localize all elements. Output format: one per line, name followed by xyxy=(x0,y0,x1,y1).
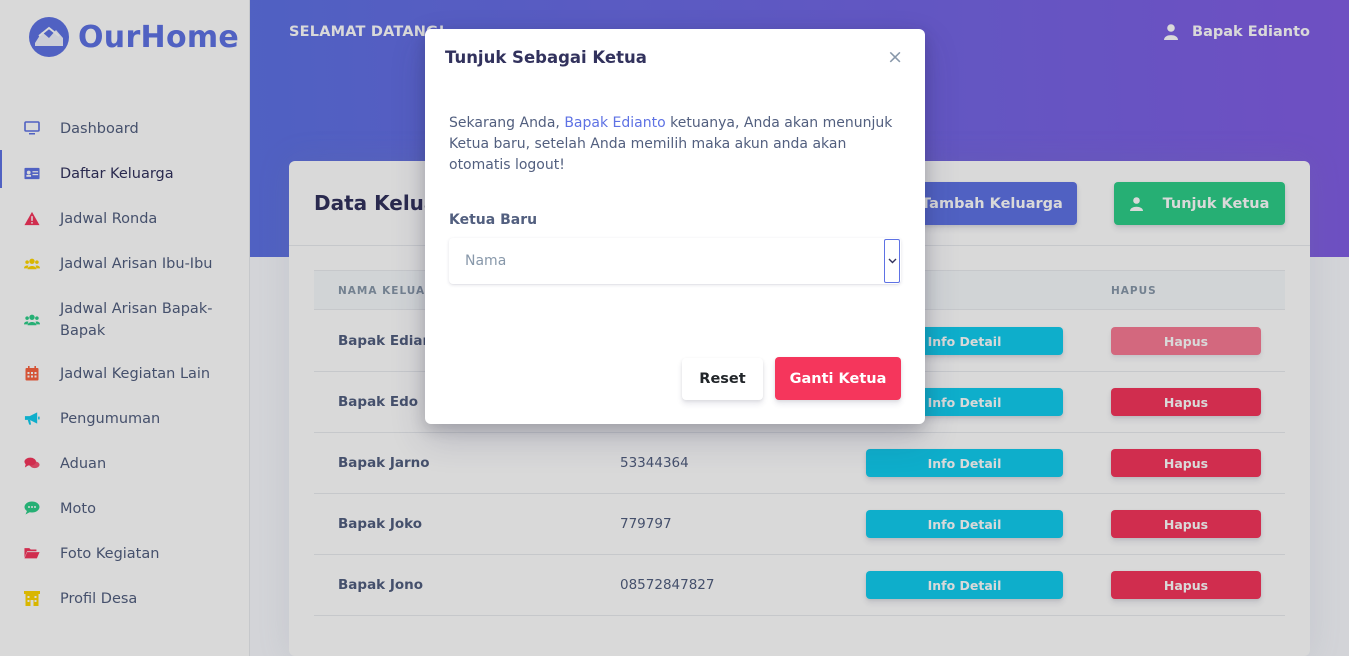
assign-leader-modal: Tunjuk Sebagai Ketua × Sekarang Anda, Ba… xyxy=(425,29,925,424)
change-leader-button[interactable]: Ganti Ketua xyxy=(775,357,901,400)
modal-message-start: Sekarang Anda, xyxy=(449,115,565,131)
modal-title: Tunjuk Sebagai Ketua xyxy=(445,48,647,67)
close-icon[interactable]: × xyxy=(887,47,903,67)
reset-button[interactable]: Reset xyxy=(682,358,763,400)
new-leader-select-value: Nama xyxy=(465,253,507,269)
modal-message: Sekarang Anda, Bapak Edianto ketuanya, A… xyxy=(449,113,909,176)
current-leader-name: Bapak Edianto xyxy=(564,115,666,131)
chevron-down-icon[interactable] xyxy=(884,239,900,283)
new-leader-label: Ketua Baru xyxy=(449,212,538,228)
new-leader-select[interactable]: Nama xyxy=(449,238,901,284)
